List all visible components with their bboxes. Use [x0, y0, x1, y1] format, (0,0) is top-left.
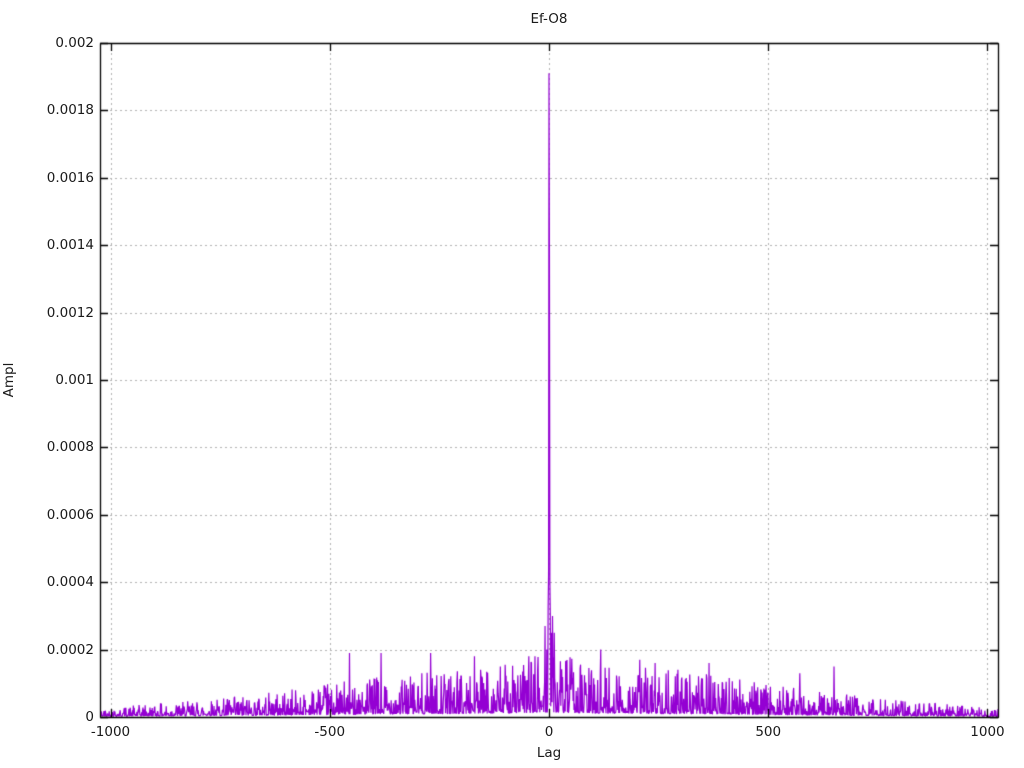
x-axis-label: Lag: [536, 745, 562, 761]
plot-canvas: [0, 0, 1024, 768]
chart-figure: Ef-O8 Ampl Lag -1000 -500 0 500 1000 0 0.0002…: [0, 0, 1024, 768]
chart-title: Ef-O8: [530, 11, 568, 27]
y-axis-label: Ampl: [1, 362, 17, 398]
